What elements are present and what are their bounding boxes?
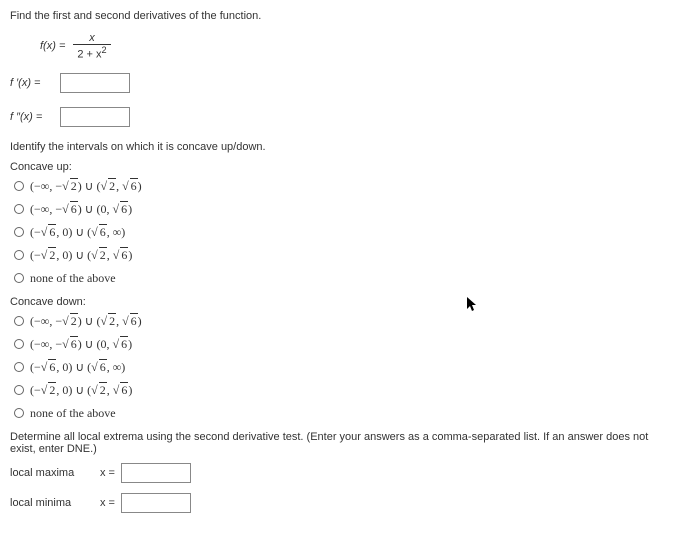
fx-label: f(x) = <box>40 40 65 52</box>
local-maxima-input[interactable] <box>121 463 191 483</box>
up-option-d[interactable]: (−2, 0) ∪ (2, 6) <box>14 248 675 263</box>
up-option-a[interactable]: (−∞, −2) ∪ (2, 6) <box>14 179 675 194</box>
radio-icon <box>14 273 24 283</box>
q3-instruction: Determine all local extrema using the se… <box>10 431 675 455</box>
f-prime-input[interactable] <box>60 73 130 93</box>
option-text: none of the above <box>30 271 116 286</box>
local-maxima-label: local maxima <box>10 467 100 479</box>
radio-icon <box>14 316 24 326</box>
down-option-b[interactable]: (−∞, −6) ∪ (0, 6) <box>14 337 675 352</box>
up-option-c[interactable]: (−6, 0) ∪ (6, ∞) <box>14 225 675 240</box>
option-text: (−∞, −2) ∪ (2, 6) <box>30 314 142 329</box>
f-double-prime-label: f ″(x) = <box>10 111 60 123</box>
down-option-a[interactable]: (−∞, −2) ∪ (2, 6) <box>14 314 675 329</box>
den-exp: 2 <box>102 45 107 55</box>
radio-icon <box>14 181 24 191</box>
option-text: (−6, 0) ∪ (6, ∞) <box>30 225 125 240</box>
radio-icon <box>14 227 24 237</box>
first-derivative-row: f ′(x) = <box>10 73 675 93</box>
up-option-none[interactable]: none of the above <box>14 271 675 286</box>
down-option-d[interactable]: (−2, 0) ∪ (2, 6) <box>14 383 675 398</box>
option-text: (−2, 0) ∪ (2, 6) <box>30 248 132 263</box>
option-text: (−2, 0) ∪ (2, 6) <box>30 383 132 398</box>
q2-instruction: Identify the intervals on which it is co… <box>10 141 675 153</box>
x-equals-label: x = <box>100 467 115 479</box>
option-text: (−∞, −6) ∪ (0, 6) <box>30 337 132 352</box>
down-option-none[interactable]: none of the above <box>14 406 675 421</box>
numerator: x <box>73 32 110 45</box>
radio-icon <box>14 362 24 372</box>
radio-icon <box>14 408 24 418</box>
function-definition: f(x) = x 2 + x2 <box>40 32 675 61</box>
option-text: none of the above <box>30 406 116 421</box>
local-maxima-row: local maxima x = <box>10 463 675 483</box>
radio-icon <box>14 250 24 260</box>
up-option-b[interactable]: (−∞, −6) ∪ (0, 6) <box>14 202 675 217</box>
concave-down-label: Concave down: <box>10 296 675 308</box>
radio-icon <box>14 385 24 395</box>
second-derivative-row: f ″(x) = <box>10 107 675 127</box>
den-prefix: 2 + x <box>77 49 101 61</box>
concave-up-label: Concave up: <box>10 161 675 173</box>
f-prime-label: f ′(x) = <box>10 77 60 89</box>
option-text: (−∞, −2) ∪ (2, 6) <box>30 179 142 194</box>
q1-instruction: Find the first and second derivatives of… <box>10 10 675 22</box>
radio-icon <box>14 339 24 349</box>
radio-icon <box>14 204 24 214</box>
f-double-prime-input[interactable] <box>60 107 130 127</box>
fraction: x 2 + x2 <box>73 32 110 61</box>
down-option-c[interactable]: (−6, 0) ∪ (6, ∞) <box>14 360 675 375</box>
denominator: 2 + x2 <box>73 45 110 61</box>
option-text: (−6, 0) ∪ (6, ∞) <box>30 360 125 375</box>
option-text: (−∞, −6) ∪ (0, 6) <box>30 202 132 217</box>
